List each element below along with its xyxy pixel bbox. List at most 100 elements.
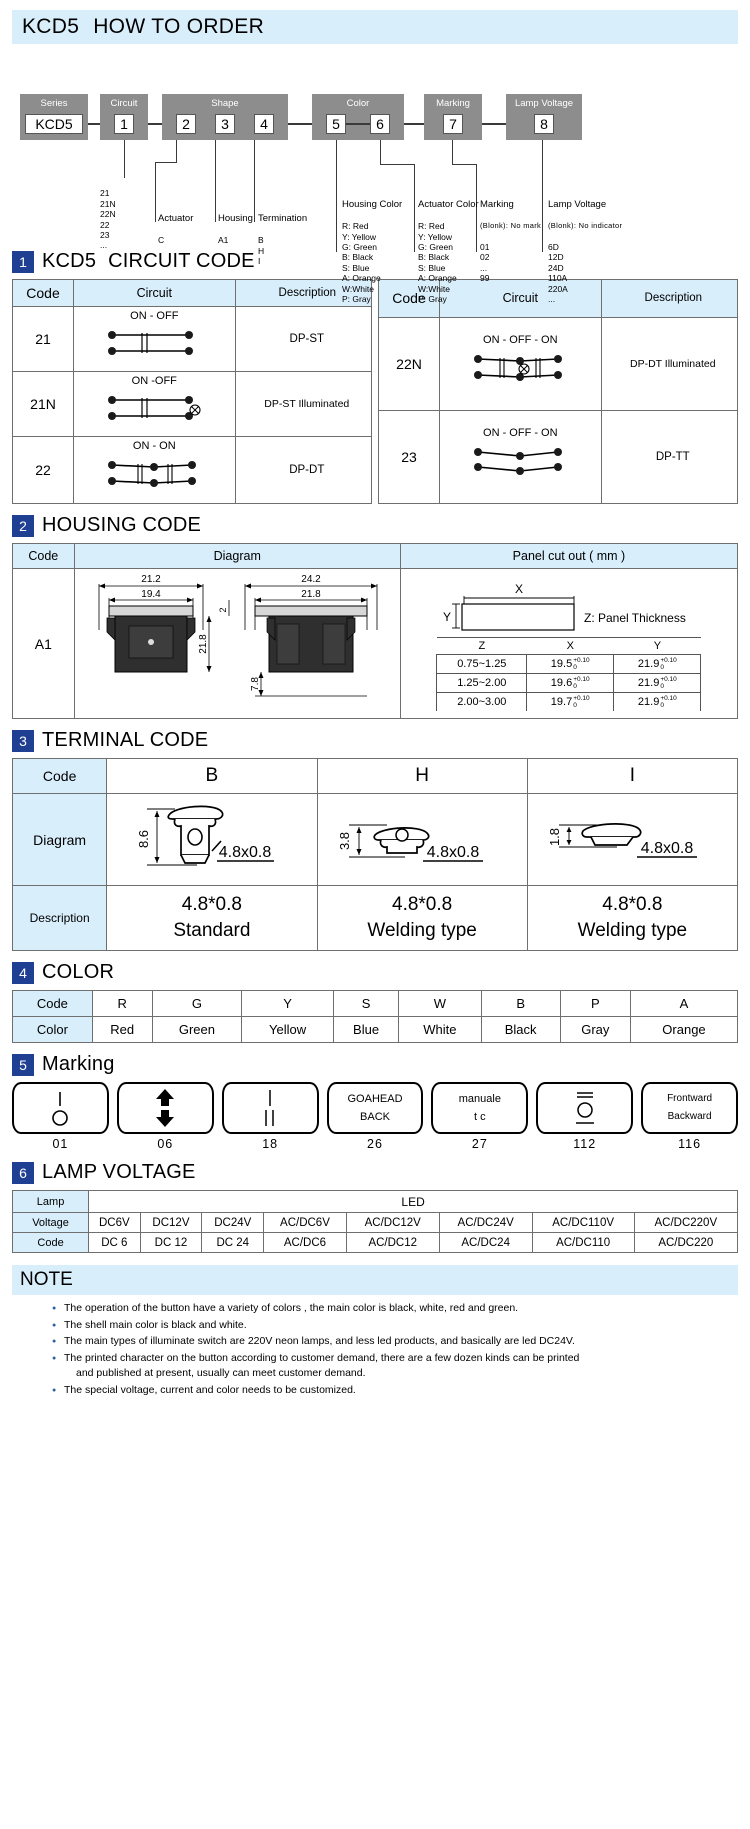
section-heading-housing: 2 HOUSING CODE	[12, 514, 738, 537]
marking-item-27: manuale t c 27	[431, 1082, 529, 1151]
table-row: Code DC 6 DC 12 DC 24 AC/DC6 AC/DC12 AC/…	[11, 1232, 739, 1253]
legend-head: Housing	[218, 213, 253, 225]
section-badge: 3	[12, 729, 34, 752]
lamp-voltage: AC/DC12V	[345, 1212, 440, 1233]
circuit-description: DP-DT Illuminated	[600, 316, 739, 411]
row-header-diagram: Diagram	[11, 793, 108, 886]
column-header-z: Z	[436, 637, 527, 655]
color-table: Code R G Y S W B P A Color Red Green Yel…	[12, 990, 739, 1043]
color-code: A	[629, 990, 739, 1017]
row-header-code: Code	[11, 758, 108, 794]
marking-symbol-box	[12, 1082, 109, 1134]
circuit-schematic-dpst	[108, 331, 194, 355]
dim-depth: 7.8	[250, 677, 261, 691]
housing-code: A1	[12, 568, 75, 719]
section-heading-marking: 5 Marking	[12, 1053, 738, 1076]
leader-line	[124, 140, 125, 178]
lamp-voltage: AC/DC6V	[263, 1212, 347, 1233]
order-code-2: 2	[176, 114, 196, 134]
section-badge: 6	[12, 1161, 34, 1184]
color-code: W	[398, 990, 482, 1017]
color-code: Y	[241, 990, 334, 1017]
color-name: Gray	[559, 1016, 631, 1043]
circuit-code: 22N	[377, 316, 441, 411]
dim-terminal-b: 8.6	[136, 830, 151, 848]
circuit-code: 22	[11, 436, 75, 504]
arrows-up-down-icon	[156, 1089, 175, 1127]
circuit-table-left: Code Circuit Description 21 ON - OFF DP-…	[11, 279, 373, 504]
circuit-states: ON - ON	[132, 440, 176, 452]
marking-code: 18	[262, 1137, 279, 1151]
marking-text-top: Frontward	[667, 1093, 713, 1104]
color-name: White	[398, 1016, 482, 1043]
circuit-description: DP-TT	[600, 409, 739, 505]
table-row: Lamp LED	[11, 1190, 738, 1213]
terminal-code-b: B	[106, 758, 318, 794]
section-title: COLOR	[42, 961, 115, 983]
legend-marking: Marking (Blonk): No mark 01 02 ... 99	[480, 190, 541, 294]
dim-side-w-outer: 24.2	[302, 574, 322, 585]
lamp-voltage-table: Lamp LED Voltage DC6V DC12V DC24V AC/DC6…	[11, 1190, 739, 1253]
legend-lines: C	[158, 235, 165, 246]
column-header-code: Code	[11, 279, 75, 307]
order-box-caption: Circuit	[110, 98, 138, 109]
marking-item-01: 01	[12, 1082, 109, 1151]
marking-text-bottom: Backward	[667, 1111, 712, 1122]
column-header-diagram: Diagram	[73, 543, 401, 569]
marking-text-top: manuale	[458, 1093, 501, 1105]
list-item-continuation: and published at present, usually can me…	[76, 1367, 366, 1379]
housing-diagram: 21.2 19.4 21.8 2 24.2 21.8 7.8	[73, 568, 401, 719]
section-title: Marking	[42, 1053, 115, 1075]
table-row: 23 ON - OFF - ON DP-TT	[377, 409, 739, 505]
column-header-circuit: Circuit	[73, 279, 236, 307]
terminal-drawing-h: 3.8 4.8x0.8	[337, 824, 484, 862]
marking-item-116: Frontward Backward 116	[641, 1082, 739, 1151]
marking-code: 116	[678, 1137, 702, 1151]
circuit-description: DP-DT	[234, 436, 373, 504]
legend-actuator: Actuator C	[158, 204, 193, 256]
color-code: B	[480, 990, 561, 1017]
order-box-series: Series KCD5	[20, 94, 88, 140]
circuit-diagram: ON - ON	[73, 436, 236, 504]
cutout-label-y: Y	[443, 610, 451, 624]
lamp-code: DC 12	[139, 1232, 203, 1253]
terminal-code-i: I	[526, 758, 739, 794]
list-item: The operation of the button have a varie…	[52, 1301, 738, 1317]
cutout-z: 1.25~2.00	[436, 673, 528, 693]
lamp-code: AC/DC6	[263, 1232, 347, 1253]
row-header-lamp: Lamp	[11, 1190, 90, 1213]
order-code-4: 4	[254, 114, 274, 134]
table-row: Description 4.8*0.8 Standard 4.8*0.8 Wel…	[11, 885, 739, 951]
legend-lines: 01 02 ... 99	[480, 242, 490, 284]
panel-cutout-table: Z X Y 0.75~1.25 19.5+0.10 0 21.9+0.10 0 1.…	[436, 637, 702, 711]
marking-code: 112	[573, 1137, 597, 1151]
order-code-series: KCD5	[25, 114, 83, 134]
list-item: The main types of illuminate switch are …	[52, 1334, 738, 1350]
order-connector	[88, 123, 100, 125]
how-to-order-diagram: Series KCD5 Circuit 1 Shape 2 3 4 Color …	[12, 50, 738, 304]
terminal-description-h: 4.8*0.8 Welding type	[316, 885, 528, 951]
cutout-y: 21.9+0.10 0	[613, 654, 702, 674]
section-badge: 5	[12, 1053, 34, 1076]
legend-head: Termination	[258, 213, 308, 225]
order-code-3: 3	[215, 114, 235, 134]
table-row: Voltage DC6V DC12V DC24V AC/DC6V AC/DC12…	[11, 1212, 739, 1233]
banner-title: HOW TO ORDER	[93, 15, 265, 38]
color-name: Blue	[332, 1016, 400, 1043]
lamp-voltage: AC/DC220V	[633, 1212, 739, 1233]
leader-line	[176, 140, 177, 162]
section-subtitle: KCD5	[42, 250, 97, 272]
lamp-code: AC/DC12	[345, 1232, 440, 1253]
table-row: 21N ON -OFF DP-ST Illuminated	[11, 371, 373, 437]
marking-code: 26	[367, 1137, 383, 1151]
color-code: S	[332, 990, 400, 1017]
color-code: R	[91, 990, 153, 1017]
circuit-schematic-dpst-illuminated	[108, 396, 201, 420]
legend-lines: 6D 12D 24D 110A 220A ...	[548, 242, 568, 305]
housing-drawing-svg: 21.2 19.4 21.8 2 24.2 21.8 7.8	[98, 574, 378, 697]
leader-line	[155, 162, 156, 222]
marking-code: 27	[471, 1137, 488, 1151]
circuit-diagram: ON - OFF	[73, 306, 236, 372]
circuit-schematic-dpdt	[108, 461, 197, 487]
terminal-desc-line2: Standard	[173, 920, 251, 941]
